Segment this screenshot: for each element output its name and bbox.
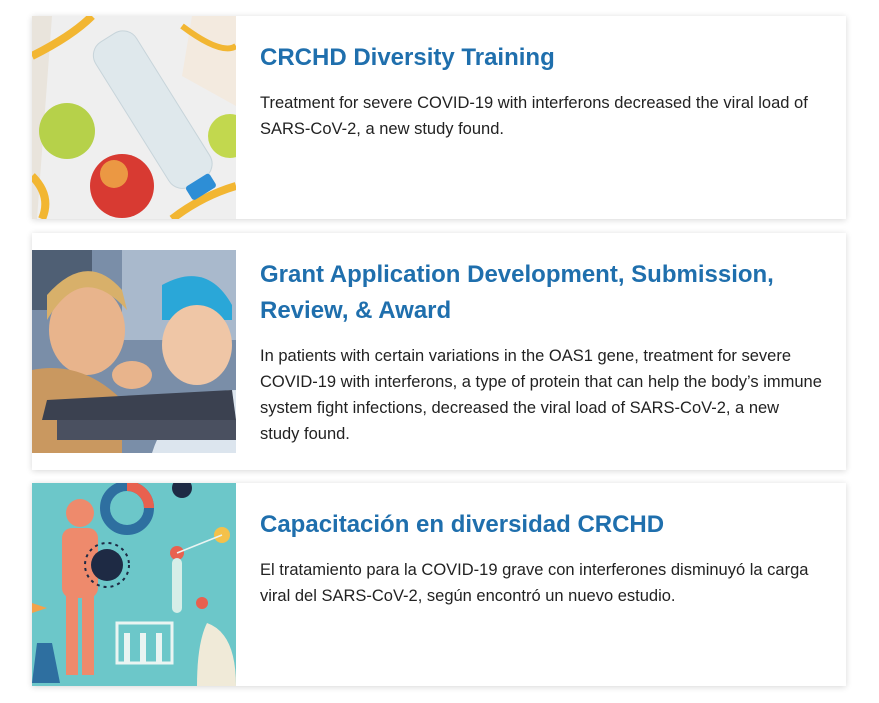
article-description: El tratamiento para la COVID-19 grave co… [260, 561, 809, 605]
article-card[interactable]: Grant Application Development, Submissio… [32, 233, 846, 470]
article-title[interactable]: CRCHD Diversity Training [260, 40, 822, 76]
article-thumbnail[interactable] [32, 483, 236, 686]
article-description: Treatment for severe COVID-19 with inter… [260, 94, 808, 138]
article-card[interactable]: Capacitación en diversidad CRCHD El trat… [32, 483, 846, 686]
article-description: In patients with certain variations in t… [260, 347, 822, 443]
article-thumbnail[interactable] [32, 16, 236, 219]
article-title[interactable]: Grant Application Development, Submissio… [260, 257, 822, 329]
article-card[interactable]: CRCHD Diversity Training Treatment for s… [32, 16, 846, 219]
article-title[interactable]: Capacitación en diversidad CRCHD [260, 507, 822, 543]
article-thumbnail[interactable] [32, 250, 236, 453]
